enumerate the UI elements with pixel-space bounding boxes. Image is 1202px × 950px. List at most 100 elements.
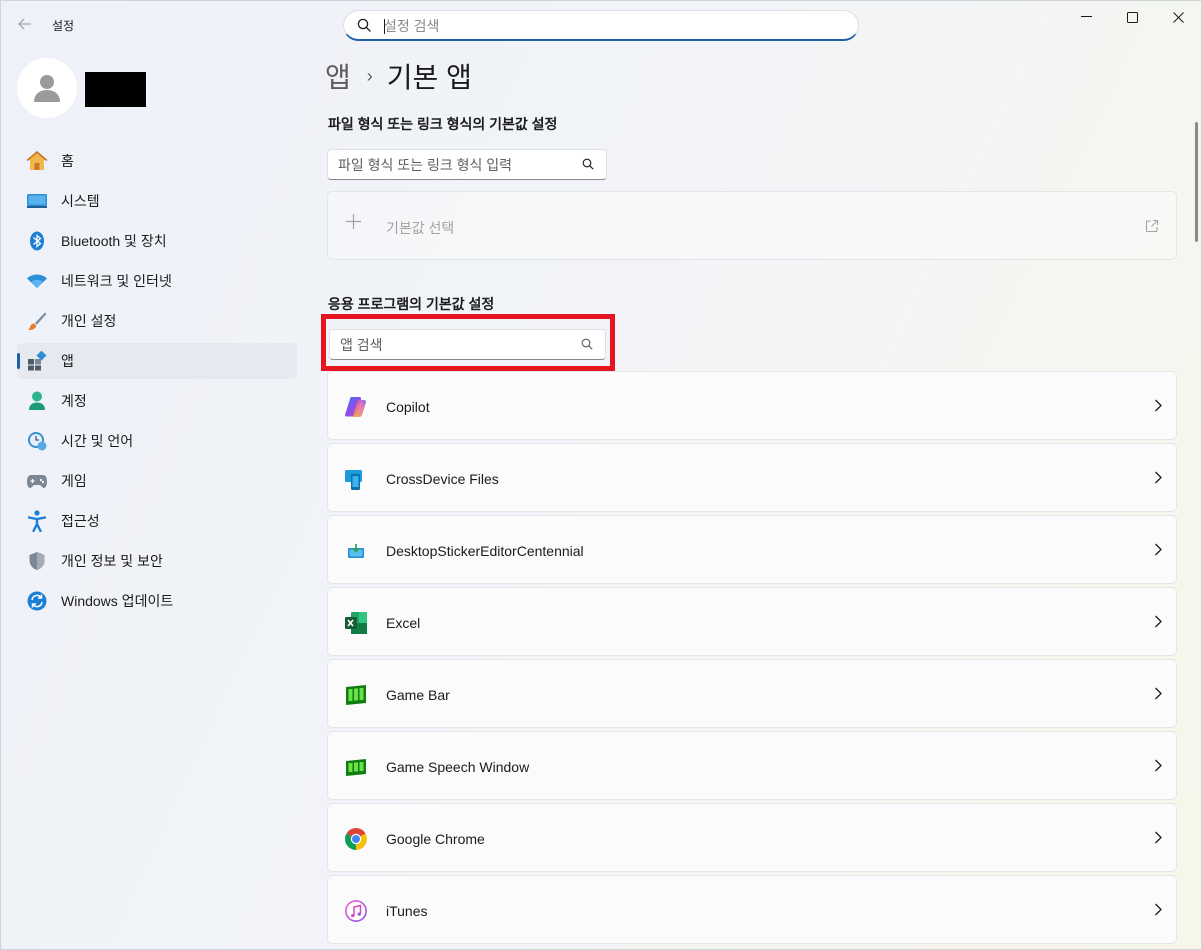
page-title: 기본 앱 xyxy=(386,62,472,93)
system-icon xyxy=(26,190,48,212)
sidebar-item-system[interactable]: 시스템 xyxy=(17,183,297,219)
file-type-input[interactable] xyxy=(338,156,568,174)
sidebar-item-home[interactable]: 홈 xyxy=(17,143,297,179)
chevron-right-icon xyxy=(1155,399,1162,412)
app-row-desktop-sticker-editor[interactable]: DesktopStickerEditorCentennial xyxy=(327,515,1177,584)
sidebar-item-apps[interactable]: 앱 xyxy=(17,343,297,379)
maximize-icon xyxy=(1126,11,1138,23)
settings-search-box[interactable] xyxy=(343,10,859,41)
sidebar-item-label: Bluetooth 및 장치 xyxy=(61,233,167,249)
sidebar-item-label: 계정 xyxy=(61,393,87,409)
highlight-annotation xyxy=(321,314,615,371)
app-row-game-bar[interactable]: Game Bar xyxy=(327,659,1177,728)
sticker-editor-icon xyxy=(344,539,368,563)
breadcrumb: 앱 › 기본 앱 xyxy=(325,56,472,96)
sidebar-item-privacy[interactable]: 개인 정보 및 보안 xyxy=(17,543,297,579)
profile-name-redacted xyxy=(85,72,146,107)
chevron-right-icon: › xyxy=(366,65,373,86)
sidebar-item-label: 접근성 xyxy=(61,513,100,529)
sidebar-item-label: 개인 설정 xyxy=(61,313,117,329)
app-row-excel[interactable]: Excel xyxy=(327,587,1177,656)
gamebar-icon xyxy=(344,683,368,707)
sidebar-nav: 홈 시스템 Bluetooth 및 장치 네트워크 및 인터넷 개인 설정 앱 xyxy=(17,143,297,623)
sidebar-item-label: 앱 xyxy=(61,353,74,369)
app-name: Excel xyxy=(386,615,421,631)
sidebar-item-label: 네트워크 및 인터넷 xyxy=(61,273,172,289)
app-name: Google Chrome xyxy=(386,831,485,847)
app-name: Game Bar xyxy=(386,687,450,703)
sidebar-item-personalization[interactable]: 개인 설정 xyxy=(17,303,297,339)
chevron-right-icon xyxy=(1155,903,1162,916)
wifi-icon xyxy=(26,270,48,292)
sidebar-item-windows-update[interactable]: Windows 업데이트 xyxy=(17,583,297,619)
minimize-button[interactable] xyxy=(1063,0,1109,34)
app-title: 설정 xyxy=(52,19,75,33)
game-speech-icon xyxy=(344,755,368,779)
minimize-icon xyxy=(1080,16,1092,17)
accessibility-icon xyxy=(26,510,48,532)
back-button[interactable] xyxy=(12,11,38,37)
app-row-google-chrome[interactable]: Google Chrome xyxy=(327,803,1177,872)
app-list: Copilot CrossDevice Files DesktopSticker… xyxy=(327,371,1177,947)
app-name: CrossDevice Files xyxy=(386,471,499,487)
chevron-right-icon xyxy=(1155,471,1162,484)
title-bar: 설정 xyxy=(0,0,1202,48)
account-icon xyxy=(26,390,48,412)
settings-search-input[interactable] xyxy=(384,16,834,36)
choose-default-label: 기본값 선택 xyxy=(386,220,455,236)
sidebar-item-gaming[interactable]: 게임 xyxy=(17,463,297,499)
app-name: iTunes xyxy=(386,903,428,919)
scrollbar-thumb[interactable] xyxy=(1195,122,1198,242)
arrow-left-icon xyxy=(18,18,31,30)
file-type-search-box[interactable] xyxy=(327,149,607,180)
sidebar-item-label: 시간 및 언어 xyxy=(61,433,134,449)
home-icon xyxy=(26,150,48,172)
crossdevice-icon xyxy=(344,467,368,491)
choose-default-card: 기본값 선택 xyxy=(327,191,1177,260)
sidebar-item-label: 시스템 xyxy=(61,193,100,209)
chevron-right-icon xyxy=(1155,759,1162,772)
file-types-section-title: 파일 형식 또는 링크 형식의 기본값 설정 xyxy=(328,116,558,132)
app-name: Game Speech Window xyxy=(386,759,530,775)
sidebar-item-label: Windows 업데이트 xyxy=(61,593,174,609)
app-name: Copilot xyxy=(386,399,430,415)
open-external-icon xyxy=(1145,219,1159,233)
update-icon xyxy=(26,590,48,612)
apps-section-title: 응용 프로그램의 기본값 설정 xyxy=(328,296,495,312)
time-language-icon xyxy=(26,430,48,452)
sidebar-item-network[interactable]: 네트워크 및 인터넷 xyxy=(17,263,297,299)
sidebar-item-time-language[interactable]: 시간 및 언어 xyxy=(17,423,297,459)
close-icon xyxy=(1172,11,1184,23)
sidebar-item-accounts[interactable]: 계정 xyxy=(17,383,297,419)
chevron-right-icon xyxy=(1155,831,1162,844)
excel-icon xyxy=(344,611,368,635)
app-row-itunes[interactable]: iTunes xyxy=(327,875,1177,944)
app-row-game-speech-window[interactable]: Game Speech Window xyxy=(327,731,1177,800)
text-caret xyxy=(384,19,385,34)
app-name: DesktopStickerEditorCentennial xyxy=(386,543,584,559)
maximize-button[interactable] xyxy=(1109,0,1155,34)
person-icon xyxy=(34,75,60,102)
app-row-crossdevice-files[interactable]: CrossDevice Files xyxy=(327,443,1177,512)
sidebar-item-label: 개인 정보 및 보안 xyxy=(61,553,163,569)
app-row-copilot[interactable]: Copilot xyxy=(327,371,1177,440)
gamepad-icon xyxy=(26,470,48,492)
avatar[interactable] xyxy=(17,58,77,118)
plus-icon xyxy=(346,214,361,229)
sidebar-item-accessibility[interactable]: 접근성 xyxy=(17,503,297,539)
brush-icon xyxy=(26,310,48,332)
sidebar-item-bluetooth[interactable]: Bluetooth 및 장치 xyxy=(17,223,297,259)
chrome-icon xyxy=(344,827,368,851)
chevron-right-icon xyxy=(1155,543,1162,556)
breadcrumb-parent[interactable]: 앱 xyxy=(325,56,351,96)
chevron-right-icon xyxy=(1155,687,1162,700)
chevron-right-icon xyxy=(1155,615,1162,628)
sidebar-item-label: 게임 xyxy=(61,473,87,489)
apps-icon xyxy=(26,350,48,372)
search-icon xyxy=(357,18,371,32)
bluetooth-icon xyxy=(26,230,48,252)
close-button[interactable] xyxy=(1155,0,1201,34)
shield-icon xyxy=(26,550,48,572)
sidebar-item-label: 홈 xyxy=(61,153,74,169)
copilot-icon xyxy=(344,395,368,419)
